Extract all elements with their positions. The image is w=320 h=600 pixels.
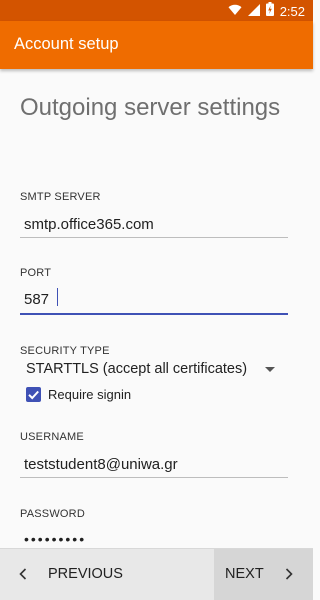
require-signin-checkbox[interactable] — [26, 387, 41, 402]
battery-icon — [265, 2, 274, 21]
app-title: Account setup — [14, 35, 119, 53]
security-type-select[interactable]: STARTTLS (accept all certificates) — [26, 361, 247, 377]
previous-button-label: PREVIOUS — [48, 566, 123, 582]
chevron-right-icon — [285, 568, 293, 580]
require-signin-label: Require signin — [48, 387, 132, 402]
status-bar: 2:52 — [0, 0, 313, 21]
account-setup-form: Outgoing server settings SMTP SERVER smt… — [0, 69, 313, 548]
smtp-server-label: SMTP SERVER — [20, 191, 101, 203]
next-button[interactable]: NEXT — [214, 549, 313, 600]
chevron-left-icon — [19, 568, 27, 580]
wifi-icon — [228, 3, 242, 21]
text-cursor — [57, 288, 58, 306]
bottom-nav-bar: PREVIOUS NEXT — [0, 548, 313, 600]
signal-icon — [247, 3, 260, 21]
status-icons: 2:52 — [228, 2, 305, 21]
smtp-server-underline — [20, 237, 288, 238]
page-title: Outgoing server settings — [20, 94, 281, 121]
password-label: PASSWORD — [20, 508, 85, 520]
username-field[interactable]: teststudent8@uniwa.gr — [24, 456, 178, 473]
username-label: USERNAME — [20, 431, 84, 443]
password-field[interactable]: ••••••••• — [24, 531, 86, 547]
status-time: 2:52 — [279, 4, 305, 19]
security-type-label: SECURITY TYPE — [20, 345, 110, 357]
app-bar: Account setup — [0, 21, 313, 69]
port-field[interactable]: 587 — [24, 291, 49, 308]
port-label: PORT — [20, 267, 52, 279]
port-underline — [20, 313, 288, 315]
username-underline — [20, 477, 288, 478]
dropdown-arrow-icon[interactable] — [265, 367, 275, 372]
checkmark-icon — [28, 390, 39, 400]
next-button-label: NEXT — [225, 566, 264, 582]
previous-button[interactable]: PREVIOUS — [0, 549, 140, 600]
smtp-server-field[interactable]: smtp.office365.com — [24, 216, 154, 233]
